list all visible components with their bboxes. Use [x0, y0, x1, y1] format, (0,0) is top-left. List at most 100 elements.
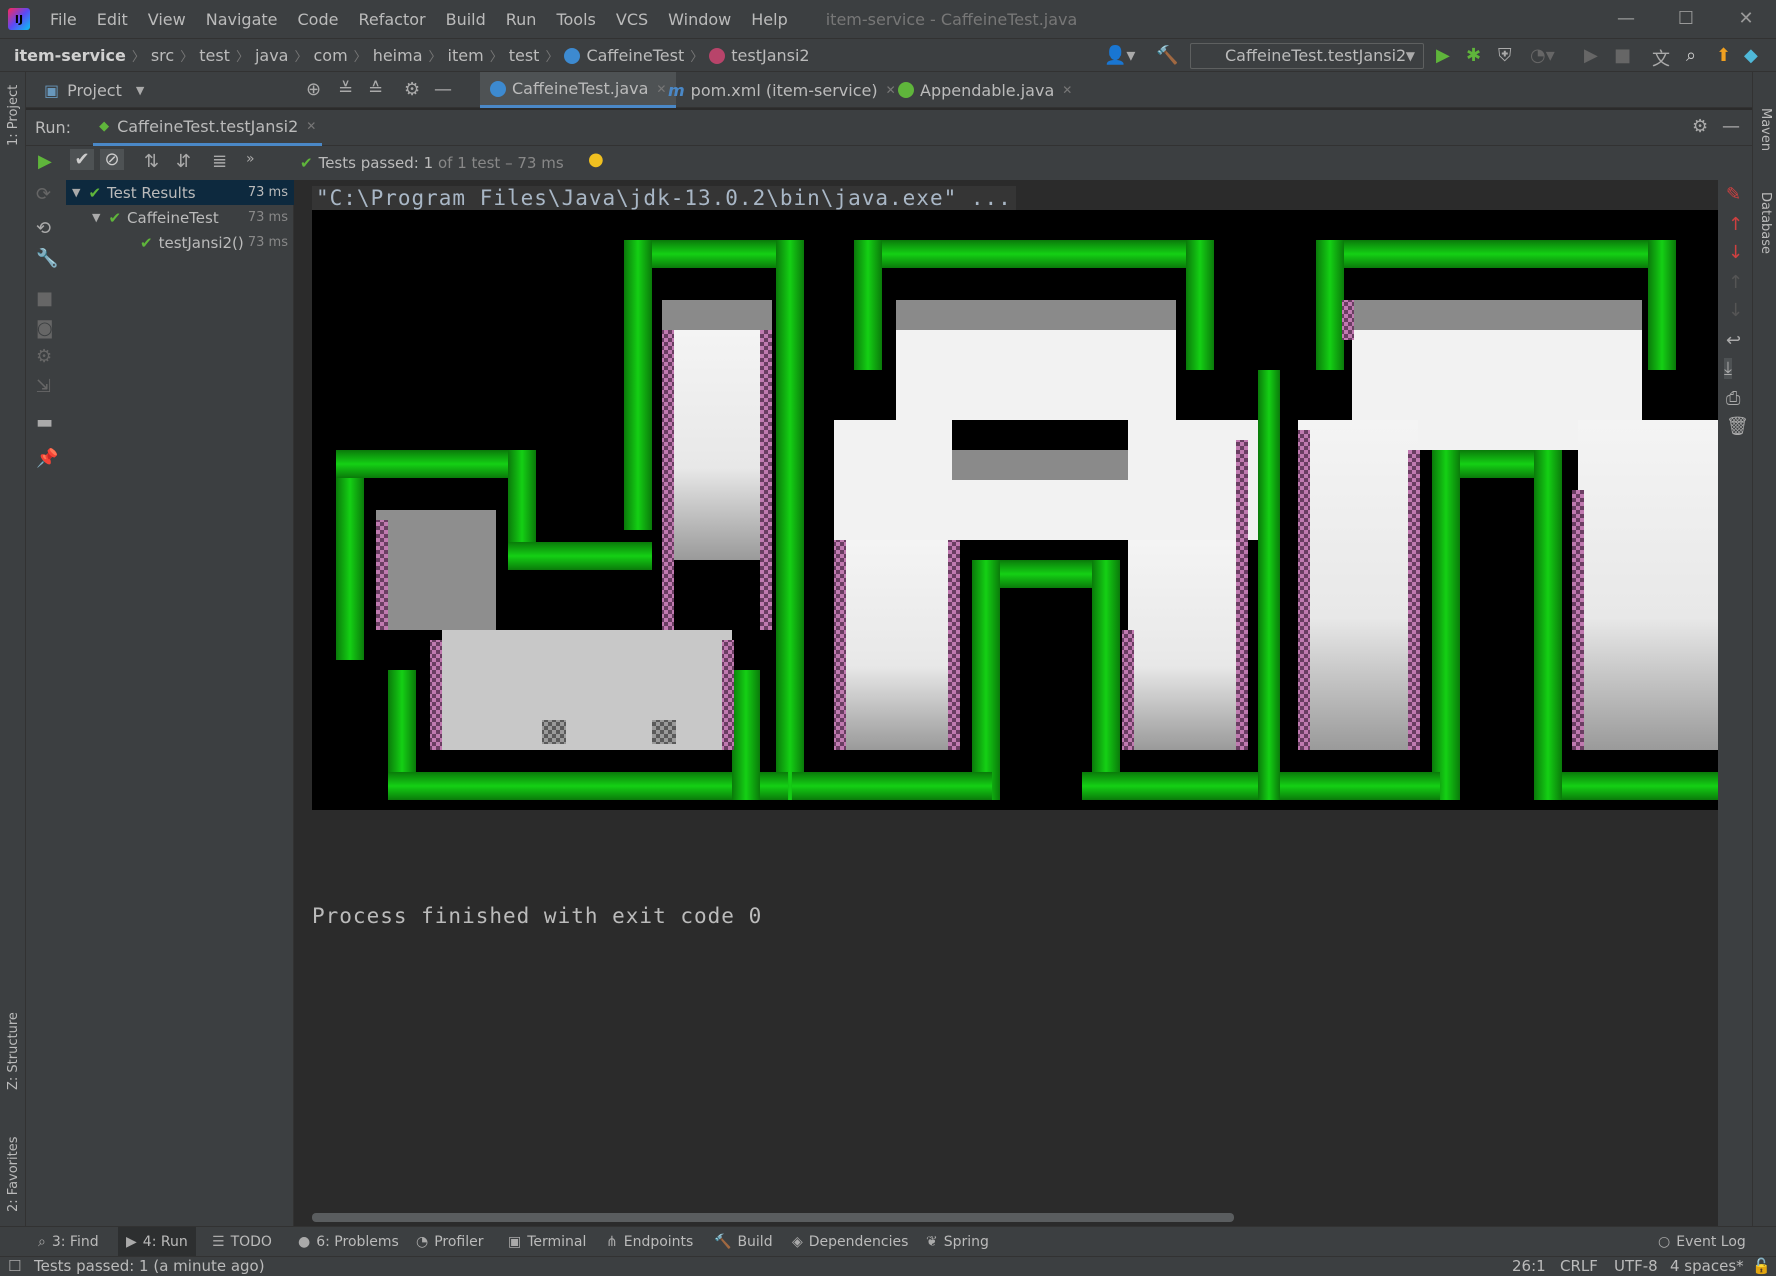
menu-navigate[interactable]: Navigate: [196, 10, 288, 29]
rerun-icon[interactable]: ▶: [38, 151, 52, 172]
status-message[interactable]: Tests passed: 1 (a minute ago): [34, 1257, 265, 1276]
expand-icon[interactable]: ≣: [212, 151, 227, 172]
close-icon[interactable]: ✕: [306, 119, 316, 133]
menu-build[interactable]: Build: [436, 10, 496, 29]
gear-icon[interactable]: ⚙: [1692, 116, 1708, 137]
expand-all-icon[interactable]: ≚: [338, 79, 353, 100]
more-icon[interactable]: »: [246, 151, 255, 167]
run-icon[interactable]: ▶: [1436, 45, 1450, 66]
export-icon[interactable]: ⇲: [36, 376, 51, 397]
rerun-failed-icon[interactable]: ⟳: [36, 184, 51, 205]
trash-icon[interactable]: 🗑: [1726, 416, 1749, 437]
breadcrumb-caffeinetest[interactable]: CaffeineTest: [558, 46, 690, 65]
breadcrumb-item[interactable]: item: [442, 46, 490, 65]
endpoints-tool-button[interactable]: ⋔ Endpoints: [606, 1227, 693, 1257]
wrench-icon[interactable]: 🔧: [36, 248, 58, 269]
menu-code[interactable]: Code: [288, 10, 349, 29]
pin-icon[interactable]: 📌: [36, 448, 58, 469]
intellij-logo-icon[interactable]: IJ: [8, 8, 30, 30]
close-icon[interactable]: ✕: [1716, 0, 1776, 38]
update-icon[interactable]: ⬆: [1716, 45, 1731, 66]
previous-icon[interactable]: ↑: [1728, 272, 1743, 293]
arrow-up-icon[interactable]: ↑: [1728, 214, 1743, 235]
print-icon[interactable]: ⎙: [1726, 388, 1740, 409]
tree-row-testjansi2[interactable]: ✔ testJansi2() 73 ms: [66, 230, 294, 255]
structure-tool-button[interactable]: Z: Structure: [6, 1012, 21, 1090]
todo-tool-button[interactable]: ☰ TODO: [212, 1227, 272, 1257]
tree-row-test-results[interactable]: ▼ ✔ Test Results 73 ms: [66, 180, 294, 205]
menu-refactor[interactable]: Refactor: [348, 10, 435, 29]
run-tab[interactable]: ◆ CaffeineTest.testJansi2 ✕: [93, 110, 323, 146]
dependencies-tool-button[interactable]: ◈ Dependencies: [792, 1227, 908, 1257]
hammer-icon[interactable]: 🔨: [1156, 45, 1178, 66]
minimize-icon[interactable]: —: [1596, 0, 1656, 38]
attach-icon[interactable]: ▶: [1584, 45, 1598, 66]
breadcrumb-test-pkg[interactable]: test: [503, 46, 546, 65]
sort-alpha-icon[interactable]: ⇅: [144, 151, 159, 172]
menu-vcs[interactable]: VCS: [606, 10, 658, 29]
locate-icon[interactable]: ⊕: [306, 79, 321, 100]
event-log-tool-button[interactable]: ○ Event Log: [1658, 1227, 1746, 1257]
menu-run[interactable]: Run: [496, 10, 547, 29]
arrow-down-icon[interactable]: ↓: [1728, 242, 1743, 263]
breadcrumb-testjansi2[interactable]: testJansi2: [703, 46, 815, 65]
maximize-icon[interactable]: ☐: [1656, 0, 1716, 38]
breadcrumb-heima[interactable]: heima: [367, 46, 429, 65]
pencil-icon[interactable]: ✎: [1726, 184, 1741, 205]
profile-icon[interactable]: ◔▾: [1530, 45, 1555, 66]
tab-caffeinetest[interactable]: CaffeineTest.java ✕: [480, 72, 677, 108]
menu-window[interactable]: Window: [658, 10, 741, 29]
lightbulb-icon[interactable]: ●: [588, 149, 604, 170]
maven-tool-button[interactable]: Maven: [1758, 108, 1773, 151]
build-tool-button[interactable]: 🔨 Build: [714, 1227, 773, 1257]
breadcrumb-com[interactable]: com: [308, 46, 354, 65]
breadcrumb-java[interactable]: java: [249, 46, 295, 65]
coverage-icon[interactable]: ⛨: [1498, 45, 1512, 66]
next-icon[interactable]: ↓: [1728, 300, 1743, 321]
database-tool-button[interactable]: Database: [1758, 192, 1773, 254]
soft-wrap-icon[interactable]: ↩: [1726, 330, 1741, 351]
horizontal-scrollbar[interactable]: [312, 1213, 1234, 1222]
console-output[interactable]: "C:\Program Files\Java\jdk-13.0.2\bin\ja…: [294, 180, 1718, 1226]
user-icon[interactable]: 👤▾: [1104, 45, 1135, 66]
spring-tool-button[interactable]: ❦ Spring: [926, 1227, 989, 1257]
menu-tools[interactable]: Tools: [546, 10, 605, 29]
breadcrumb-src[interactable]: src: [145, 46, 180, 65]
menu-help[interactable]: Help: [741, 10, 797, 29]
tab-pom-xml[interactable]: m pom.xml (item-service) ✕: [658, 72, 906, 108]
debug-icon[interactable]: ✱: [1466, 45, 1481, 66]
profiler-tool-button[interactable]: ◔ Profiler: [416, 1227, 484, 1257]
close-icon[interactable]: ✕: [1062, 83, 1072, 97]
camera-icon[interactable]: ◙: [36, 318, 53, 339]
scroll-to-end-icon[interactable]: ⤓: [1724, 358, 1732, 379]
gear-icon[interactable]: ⚙: [404, 79, 420, 100]
stop-icon[interactable]: ■: [36, 288, 53, 309]
status-toggle-icon[interactable]: ☐: [8, 1257, 21, 1276]
favorites-tool-button[interactable]: 2: Favorites: [6, 1136, 21, 1212]
sort-duration-icon[interactable]: ⇵: [176, 151, 191, 172]
caret-position[interactable]: 26:1: [1512, 1257, 1546, 1276]
project-tool-button[interactable]: 1: Project: [6, 85, 21, 146]
tab-appendable[interactable]: Appendable.java ✕: [888, 72, 1082, 108]
hide-icon[interactable]: —: [434, 79, 452, 100]
run-configuration-select[interactable]: CaffeineTest.testJansi2 ▼: [1190, 43, 1424, 69]
menu-view[interactable]: View: [138, 10, 196, 29]
file-encoding[interactable]: UTF-8: [1614, 1257, 1658, 1276]
indent-setting[interactable]: 4 spaces*: [1670, 1257, 1744, 1276]
search-icon[interactable]: ⌕: [1686, 45, 1696, 66]
menu-file[interactable]: File: [40, 10, 87, 29]
breadcrumb-item-service[interactable]: item-service: [0, 46, 132, 65]
breadcrumb-test[interactable]: test: [193, 46, 236, 65]
project-view-selector[interactable]: ▣ Project ▼: [44, 72, 144, 108]
show-passed-icon[interactable]: ✔: [70, 149, 94, 170]
plugin-icon[interactable]: ◆: [1744, 45, 1758, 66]
toggle-autotest-icon[interactable]: ⟲: [36, 218, 51, 239]
lock-icon[interactable]: 🔓: [1752, 1257, 1771, 1276]
show-ignored-icon[interactable]: ⊘: [100, 149, 124, 170]
collapse-all-icon[interactable]: ≙: [368, 79, 383, 100]
stop-icon[interactable]: ■: [1614, 45, 1631, 66]
run-tool-button[interactable]: ▶ 4: Run: [118, 1227, 196, 1257]
hide-icon[interactable]: —: [1722, 116, 1740, 137]
menu-edit[interactable]: Edit: [87, 10, 138, 29]
tree-row-caffeinetest[interactable]: ▼ ✔ CaffeineTest 73 ms: [66, 205, 294, 230]
